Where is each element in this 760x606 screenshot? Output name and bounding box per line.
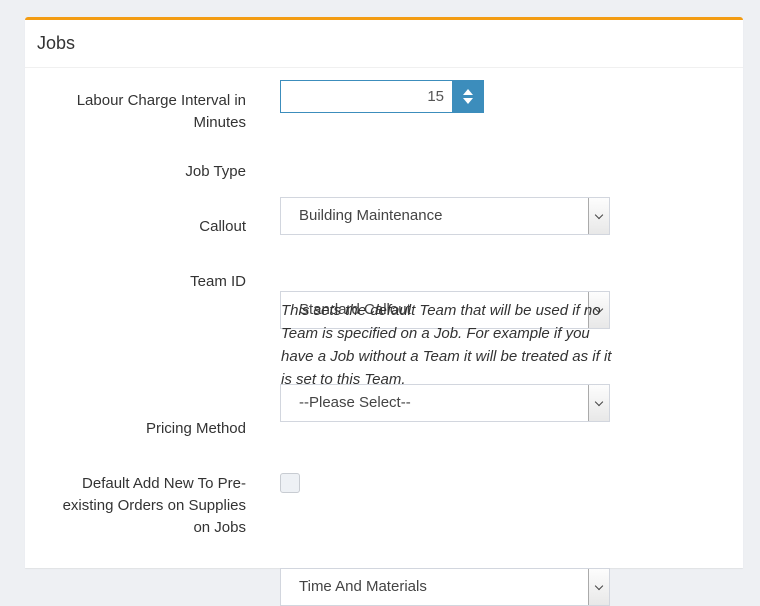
labour-charge-label-line1: Labour Charge Interval in — [76, 92, 246, 109]
labour-charge-label: Labour Charge Interval in Minutes — [26, 90, 246, 134]
team-id-label: Team ID — [190, 273, 246, 290]
default-add-new-label-line3: on Jobs — [193, 519, 246, 536]
jobs-panel: Jobs Labour Charge Interval in Minutes 1… — [25, 17, 743, 606]
panel-title: Jobs — [37, 33, 76, 53]
default-add-new-checkbox[interactable] — [280, 473, 300, 493]
spinner-arrows-icon[interactable] — [452, 81, 483, 112]
chevron-down-icon[interactable] — [588, 569, 609, 605]
job-type-select[interactable]: Building Maintenance — [280, 197, 610, 235]
spin-down-icon[interactable] — [462, 98, 473, 104]
chevron-down-icon[interactable] — [588, 198, 609, 234]
panel-header: Jobs — [25, 20, 743, 68]
pricing-method-select[interactable]: Time And Materials — [280, 568, 610, 606]
pricing-method-value: Time And Materials — [299, 578, 427, 595]
labour-charge-label-line2: Minutes — [193, 114, 246, 131]
default-add-new-label: Default Add New To Pre- existing Orders … — [26, 473, 246, 539]
job-type-value: Building Maintenance — [299, 207, 443, 224]
default-add-new-label-line1: Default Add New To Pre- — [82, 475, 246, 492]
team-id-value: --Please Select-- — [299, 394, 411, 411]
default-add-new-label-line2: existing Orders on Supplies — [62, 497, 246, 514]
pricing-method-label: Pricing Method — [145, 420, 246, 437]
callout-label: Callout — [199, 218, 246, 235]
job-type-label: Job Type — [185, 163, 246, 180]
labour-charge-value[interactable]: 15 — [281, 88, 452, 105]
labour-charge-interval-input[interactable]: 15 — [280, 80, 484, 113]
spin-up-icon[interactable] — [462, 89, 473, 95]
team-id-help-text: This sets the default Team that will be … — [281, 302, 612, 388]
